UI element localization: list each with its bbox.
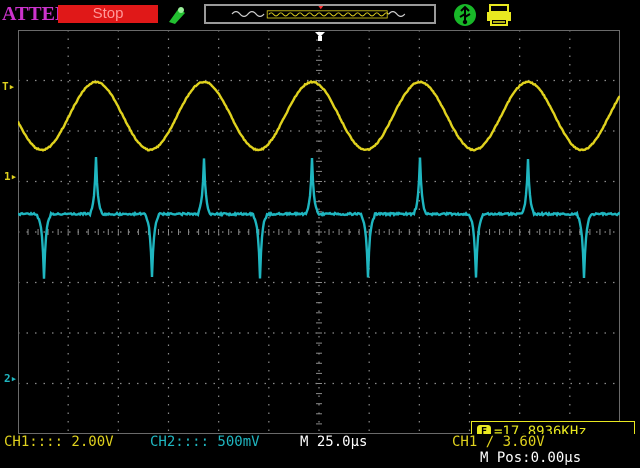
ch2-scale: CH2:::: 500mV (150, 434, 260, 450)
run-state-indicator[interactable]: Stop (58, 5, 158, 23)
trigger-mode-icon (166, 4, 188, 26)
timebase-scale: M 25.0μs (300, 434, 367, 450)
timebase-overview-bar[interactable] (204, 4, 436, 24)
graticule (18, 30, 620, 434)
usb-icon (452, 3, 478, 27)
trigger-level-marker[interactable]: T▸ (2, 80, 15, 93)
waveform-display[interactable]: F =17.8936KHz (18, 30, 620, 434)
print-icon (486, 3, 512, 27)
trigger-setting: CH1 ∕ 3.60V (452, 434, 545, 450)
top-status-bar: ATTEN Stop (0, 0, 640, 30)
trigger-position-icon (313, 30, 327, 44)
bottom-status-bar: CH1:::: 2.00V CH2:::: 500mV M 25.0μs CH1… (0, 434, 640, 468)
ch2-position-marker[interactable]: 2▸ (4, 372, 17, 385)
ch1-position-marker[interactable]: 1▸ (4, 170, 17, 183)
ch1-scale: CH1:::: 2.00V (4, 434, 114, 450)
horizontal-position: M Pos:0.00μs (480, 450, 581, 466)
